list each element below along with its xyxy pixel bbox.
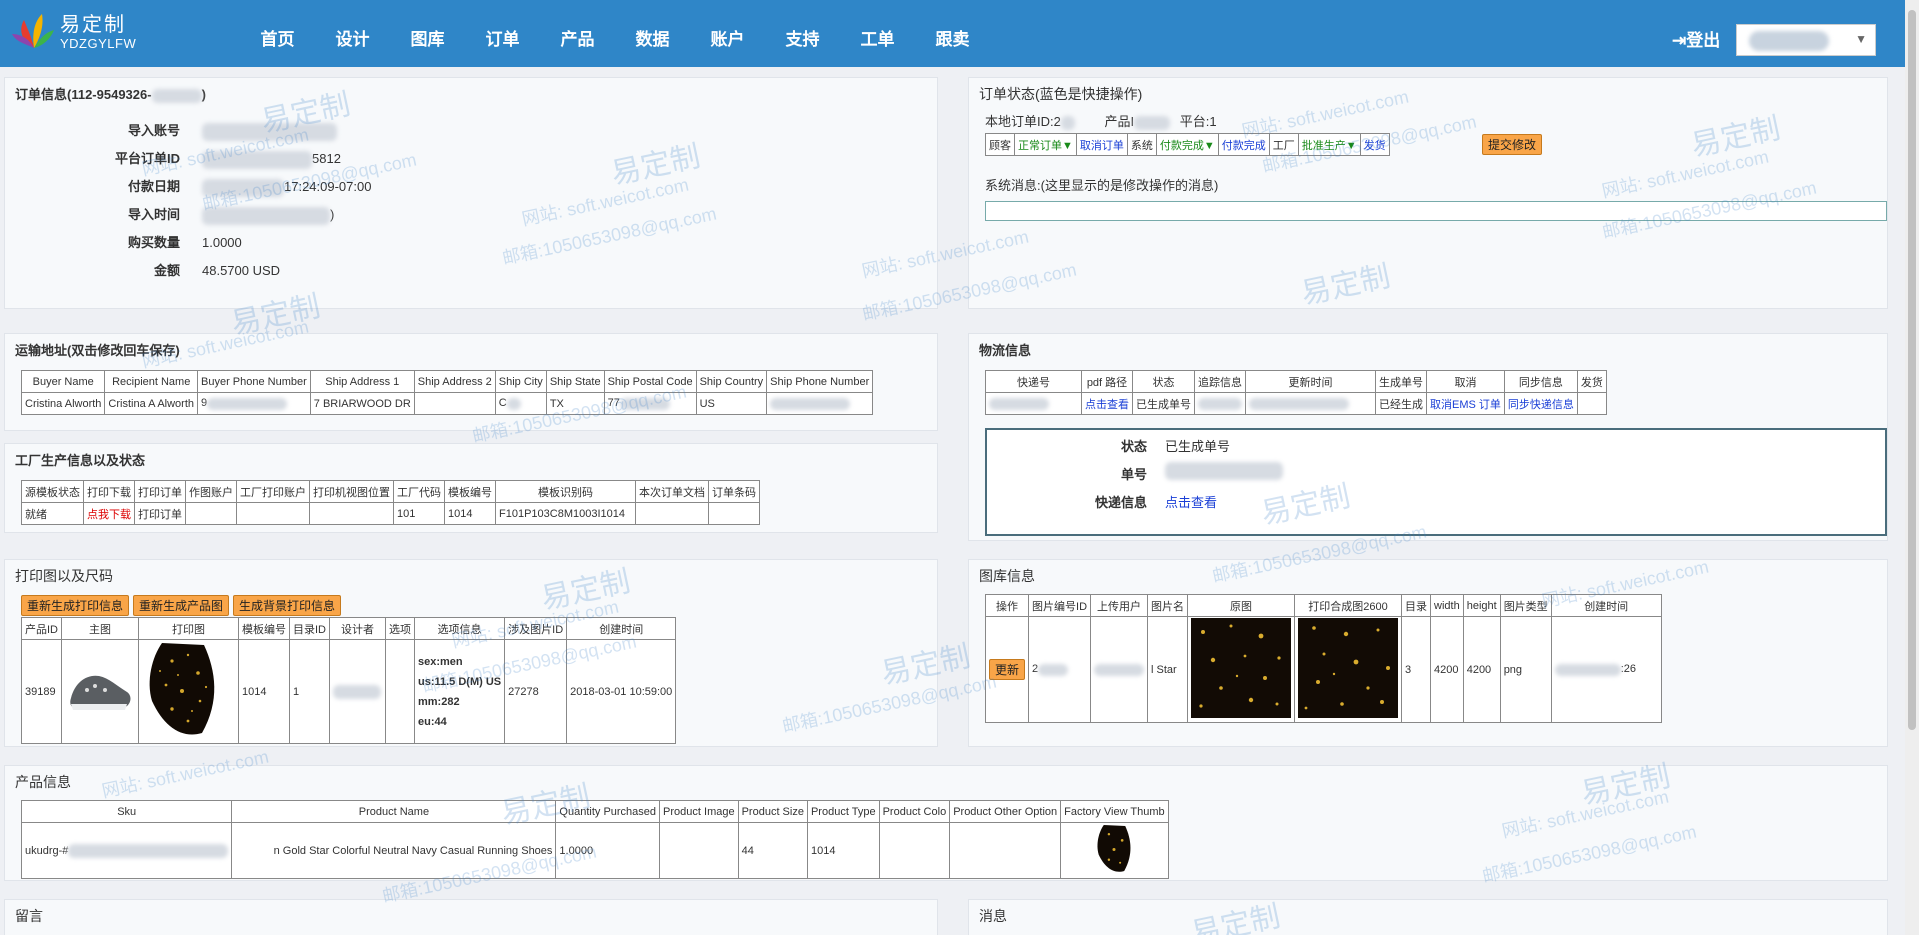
regenerate-product-image-button[interactable]: 重新生成产品图 [133, 595, 230, 616]
logout-button[interactable]: ⇥登出 [1672, 26, 1720, 51]
print-images-table: 产品ID 主图 打印图 模板编号 目录ID 设计者 选项 选项信息 涉及图片ID… [21, 617, 677, 744]
table-header-row: 源模板状态 打印下载 打印订单 作图账户 工厂打印账户 打印机视图位置 工厂代码… [21, 480, 760, 503]
system-message-label: 系统消息:(这里显示的是修改操作的消息) [985, 178, 1219, 193]
customer-status-select[interactable]: 正常订单▼ [1014, 133, 1077, 156]
nav-item-products[interactable]: 产品 [540, 0, 615, 67]
shipping-address-panel: 运输地址(双击修改回车保存) Buyer Name Recipient Name… [4, 333, 938, 431]
brand-name-cn: 易定制 [60, 12, 126, 36]
ship-link[interactable]: 发货 [1359, 133, 1390, 156]
user-account-select[interactable]: ▼ [1736, 24, 1876, 56]
shipping-address-table: Buyer Name Recipient Name Buyer Phone Nu… [20, 370, 874, 415]
table-row: Cristina Alworth Cristina A Alworth 9 7 … [20, 392, 874, 415]
table-row: 39189 1014 1 sex:men us:11.5 D(M) US mm:… [21, 639, 677, 744]
product-main-image[interactable] [65, 662, 135, 718]
print-order-link[interactable]: 打印订单 [134, 502, 186, 525]
express-info-link[interactable]: 点击查看 [1165, 492, 1217, 511]
order-info-panel: 订单信息(112-9549326-) 导入账号 平台订单ID 5812 付款日期… [4, 77, 938, 309]
print-images-title: 打印图以及尺码 [15, 568, 113, 584]
scrollbar-thumb[interactable] [1908, 10, 1916, 730]
original-image[interactable] [1191, 618, 1292, 718]
factory-status-select[interactable]: 批准生产▼ [1297, 133, 1361, 156]
main-nav: 首页 设计 图库 订单 产品 数据 账户 支持 工单 跟卖 [240, 0, 990, 67]
product-info-table: Sku Product Name Quantity Purchased Prod… [20, 800, 1169, 879]
gallery-panel: 图库信息 操作 图片编号ID 上传用户 图片名 原图 打印合成图2600 目录 … [968, 559, 1888, 747]
top-navigation-bar: 易定制 YDZGYLFW 首页 设计 图库 订单 产品 数据 账户 支持 工单 … [0, 0, 1919, 67]
print-action-buttons: 重新生成打印信息 重新生成产品图 生成背景打印信息 [21, 595, 342, 616]
factory-view-thumbnail[interactable] [1090, 824, 1138, 874]
pdf-view-link[interactable]: 点击查看 [1081, 392, 1133, 415]
gallery-table: 操作 图片编号ID 上传用户 图片名 原图 打印合成图2600 目录 width… [984, 594, 1662, 723]
composite-print-image[interactable] [1298, 618, 1399, 718]
cancel-order-link[interactable]: 取消订单 [1075, 133, 1128, 156]
message-panel: 留言 [4, 899, 938, 935]
nav-item-follow-sell[interactable]: 跟卖 [915, 0, 990, 67]
brand-name-en: YDZGYLFW [60, 36, 137, 51]
order-meta: 本地订单ID:2 产品I 平台:1 [985, 114, 1217, 130]
regenerate-print-info-button[interactable]: 重新生成打印信息 [21, 595, 130, 616]
chevron-down-icon: ▼ [1855, 32, 1867, 46]
logistics-title: 物流信息 [979, 343, 1032, 358]
product-info-panel: 产品信息 Sku Product Name Quantity Purchased… [4, 765, 1888, 881]
redacted-username [1749, 31, 1829, 51]
download-print-link[interactable]: 点我下载 [83, 502, 135, 525]
logistics-status-value: 已生成单号 [1165, 439, 1231, 454]
order-info-title: 订单信息(112-9549326-) [15, 87, 206, 103]
nav-item-home[interactable]: 首页 [240, 0, 315, 67]
order-status-title: 订单状态(蓝色是快捷操作) [979, 86, 1143, 102]
nav-item-tickets[interactable]: 工单 [840, 0, 915, 67]
message-title: 留言 [15, 908, 43, 924]
sync-express-link[interactable]: 同步快递信息 [1503, 392, 1578, 415]
update-image-button[interactable]: 更新 [989, 659, 1026, 680]
vertical-scrollbar[interactable] [1905, 0, 1919, 935]
submit-changes-button[interactable]: 提交修改 [1482, 134, 1543, 155]
factory-panel: 工厂生产信息以及状态 源模板状态 打印下载 打印订单 作图账户 工厂打印账户 打… [4, 443, 938, 533]
generate-background-print-button[interactable]: 生成背景打印信息 [233, 595, 342, 616]
payment-status-select[interactable]: 付款完成▼ [1155, 133, 1219, 156]
product-info-title: 产品信息 [15, 774, 71, 790]
table-row: 点击查看 已生成单号 已经生成 取消EMS 订单 同步快递信息 [985, 392, 1607, 415]
nav-item-data[interactable]: 数据 [615, 0, 690, 67]
news-panel: 消息 [968, 899, 1888, 935]
factory-title: 工厂生产信息以及状态 [15, 453, 146, 468]
nav-item-orders[interactable]: 订单 [465, 0, 540, 67]
nav-item-account[interactable]: 账户 [690, 0, 765, 67]
logistics-status-box: 状态 已生成单号 单号 快递信息 点击查看 [985, 428, 1887, 536]
brand-logo-icon[interactable] [12, 12, 56, 52]
nav-item-design[interactable]: 设计 [315, 0, 390, 67]
payment-complete-link[interactable]: 付款完成 [1217, 133, 1270, 156]
table-row: 更新 2 l Star 3 4200 4200 png:26 [984, 616, 1662, 723]
table-header-row: 操作 图片编号ID 上传用户 图片名 原图 打印合成图2600 目录 width… [984, 594, 1662, 617]
table-row: ukudrg-# n Gold Star Colorful Neutral Na… [20, 822, 1169, 879]
cancel-ems-link[interactable]: 取消EMS 订单 [1426, 392, 1505, 415]
order-status-panel: 订单状态(蓝色是快捷操作) 本地订单ID:2 产品I 平台:1 顾客 正常订单▼… [968, 77, 1888, 309]
shipping-address-title: 运输地址(双击修改回车保存) [15, 343, 180, 358]
logout-icon: ⇥ [1672, 31, 1687, 50]
table-header-row: 快递号 pdf 路径 状态 追踪信息 更新时间 生成单号 取消 同步信息 发货 [985, 370, 1607, 393]
logistics-table: 快递号 pdf 路径 状态 追踪信息 更新时间 生成单号 取消 同步信息 发货 … [985, 370, 1607, 415]
brand-name: 易定制 YDZGYLFW [60, 12, 136, 51]
status-quick-actions: 顾客 正常订单▼ 取消订单 系统 付款完成▼ 付款完成 工厂 批准生产▼ 发货 [985, 133, 1390, 156]
table-header-row: 产品ID 主图 打印图 模板编号 目录ID 设计者 选项 选项信息 涉及图片ID… [21, 617, 677, 640]
table-header-row: Buyer Name Recipient Name Buyer Phone Nu… [20, 370, 874, 393]
news-title: 消息 [979, 908, 1007, 924]
table-row: 就绪 点我下载 打印订单 101 1014 F101P103C8M1003I10… [21, 502, 760, 525]
factory-table: 源模板状态 打印下载 打印订单 作图账户 工厂打印账户 打印机视图位置 工厂代码… [21, 480, 760, 525]
table-header-row: Sku Product Name Quantity Purchased Prod… [20, 800, 1169, 823]
print-images-panel: 打印图以及尺码 重新生成打印信息 重新生成产品图 生成背景打印信息 产品ID 主… [4, 559, 938, 747]
system-message-box [985, 201, 1887, 221]
logistics-panel: 物流信息 快递号 pdf 路径 状态 追踪信息 更新时间 生成单号 取消 同步信… [968, 333, 1888, 541]
nav-item-support[interactable]: 支持 [765, 0, 840, 67]
gallery-title: 图库信息 [979, 568, 1035, 584]
nav-item-gallery[interactable]: 图库 [390, 0, 465, 67]
print-image[interactable] [142, 641, 222, 739]
